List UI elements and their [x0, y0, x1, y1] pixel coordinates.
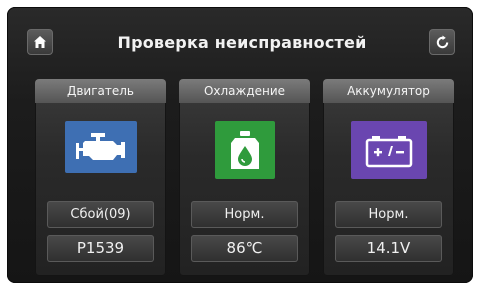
- battery-card[interactable]: Аккумулятор Норм. 14.1V: [323, 79, 454, 276]
- card-title: Двигатель: [35, 79, 166, 103]
- coolant-card[interactable]: Охлаждение Норм. 86℃: [179, 79, 310, 276]
- coolant-icon: [215, 121, 275, 179]
- card-title: Охлаждение: [179, 79, 310, 103]
- coolant-temperature: 86℃: [191, 235, 298, 262]
- engine-code: P1539: [47, 235, 154, 262]
- refresh-button[interactable]: [429, 29, 455, 55]
- diagnostics-screen: Проверка неисправностей Двигатель Сбой(0…: [7, 7, 473, 283]
- battery-voltage: 14.1V: [335, 235, 442, 262]
- refresh-icon: [436, 34, 448, 48]
- card-title: Аккумулятор: [323, 79, 454, 103]
- engine-icon: [65, 121, 137, 173]
- home-icon: [34, 36, 46, 48]
- engine-card[interactable]: Двигатель Сбой(09) P1539: [35, 79, 166, 276]
- engine-status: Сбой(09): [47, 201, 154, 228]
- home-button[interactable]: [27, 29, 53, 55]
- page-title: Проверка неисправностей: [117, 33, 367, 52]
- battery-icon: [351, 121, 427, 179]
- battery-status: Норм.: [335, 201, 442, 228]
- coolant-status: Норм.: [191, 201, 298, 228]
